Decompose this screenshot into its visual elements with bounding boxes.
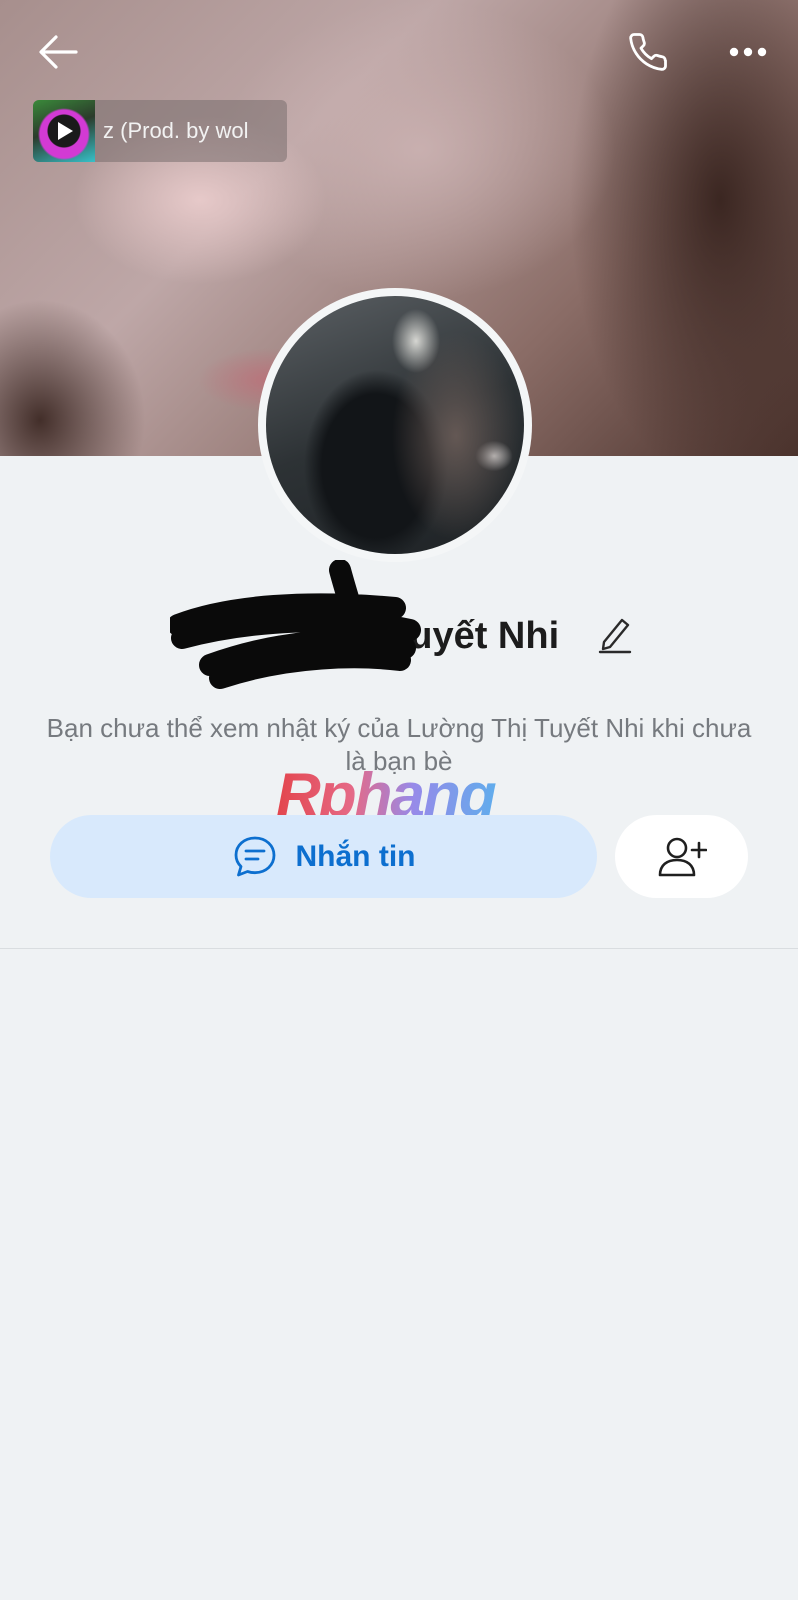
message-button-label: Nhắn tin [295,839,416,873]
edit-name-button[interactable] [598,614,634,654]
add-friend-button[interactable] [615,815,748,898]
chat-bubble-icon [234,836,275,876]
section-divider [0,948,798,949]
avatar-photo [266,296,524,554]
more-button[interactable] [718,26,778,78]
play-icon[interactable] [58,122,73,140]
pencil-icon [598,618,632,654]
profile-music-chip[interactable]: z (Prod. by wol [33,100,287,162]
redaction-scribble [170,560,421,689]
avatar[interactable] [258,288,532,562]
music-title: z (Prod. by wol [103,118,249,143]
more-horizontal-icon [729,47,767,57]
call-button[interactable] [618,26,678,78]
user-plus-icon [658,837,707,876]
arrow-left-icon [39,35,78,69]
phone-icon [629,33,667,71]
back-button[interactable] [28,26,88,78]
music-cover-thumbnail [33,100,95,162]
message-button[interactable]: Nhắn tin [50,815,597,898]
